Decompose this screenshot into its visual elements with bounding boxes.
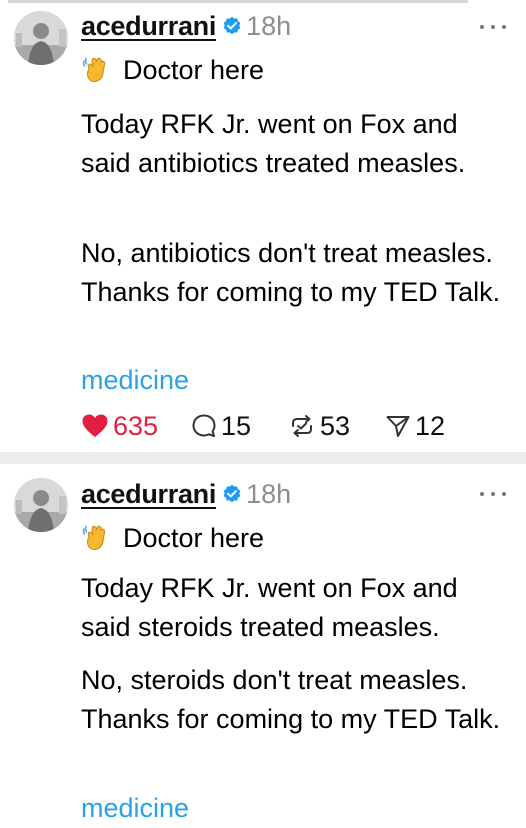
avatar[interactable]	[14, 11, 68, 65]
reply-button[interactable]: 15	[191, 411, 288, 442]
username-link[interactable]: acedurrani	[81, 11, 216, 42]
waving-hand-icon	[81, 55, 111, 85]
share-button[interactable]: 12	[385, 411, 445, 442]
avatar[interactable]	[14, 478, 68, 532]
more-options-icon[interactable]	[480, 19, 506, 35]
post-paragraph: Today RFK Jr. went on Fox and said antib…	[81, 109, 466, 178]
avatar-image	[14, 11, 68, 65]
share-count: 12	[415, 410, 446, 441]
repost-button[interactable]: 53	[288, 411, 385, 442]
intro-text: Doctor here	[123, 522, 265, 553]
reply-count: 15	[221, 410, 252, 441]
post-header: acedurrani 18h	[81, 476, 291, 512]
heart-icon	[81, 413, 109, 439]
post-card: acedurrani 18h Doctor here Today RFK Jr.…	[0, 0, 526, 452]
repost-count: 53	[320, 410, 351, 441]
post-header: acedurrani 18h	[81, 8, 291, 44]
post-card: acedurrani 18h Doctor here Today RFK Jr.…	[0, 464, 526, 828]
post-intro: Doctor here	[81, 520, 264, 556]
like-count: 635	[113, 410, 159, 441]
topic-tag-link[interactable]: medicine	[81, 790, 189, 826]
verified-badge-icon	[222, 484, 242, 504]
post-paragraph: No, steroids don't treat measles. Thanks…	[81, 665, 501, 734]
username-link[interactable]: acedurrani	[81, 479, 216, 510]
verified-badge-icon	[222, 16, 242, 36]
avatar-image	[14, 478, 68, 532]
post-separator	[0, 452, 526, 464]
timestamp: 18h	[246, 478, 292, 509]
intro-text: Doctor here	[123, 54, 265, 85]
waving-hand-icon	[81, 523, 111, 553]
timestamp: 18h	[246, 10, 292, 41]
post-paragraph: No, antibiotics don't treat measles. Tha…	[81, 238, 501, 307]
like-button[interactable]: 635	[81, 411, 191, 442]
post-actions: 635 15 53 12	[81, 407, 445, 445]
comment-icon	[191, 413, 217, 439]
post-paragraph: Today RFK Jr. went on Fox and said stero…	[81, 573, 458, 642]
send-icon	[385, 413, 411, 439]
post-intro: Doctor here	[81, 52, 264, 88]
topic-tag-link[interactable]: medicine	[81, 362, 189, 398]
more-options-icon[interactable]	[480, 486, 506, 502]
repost-icon	[288, 413, 316, 439]
